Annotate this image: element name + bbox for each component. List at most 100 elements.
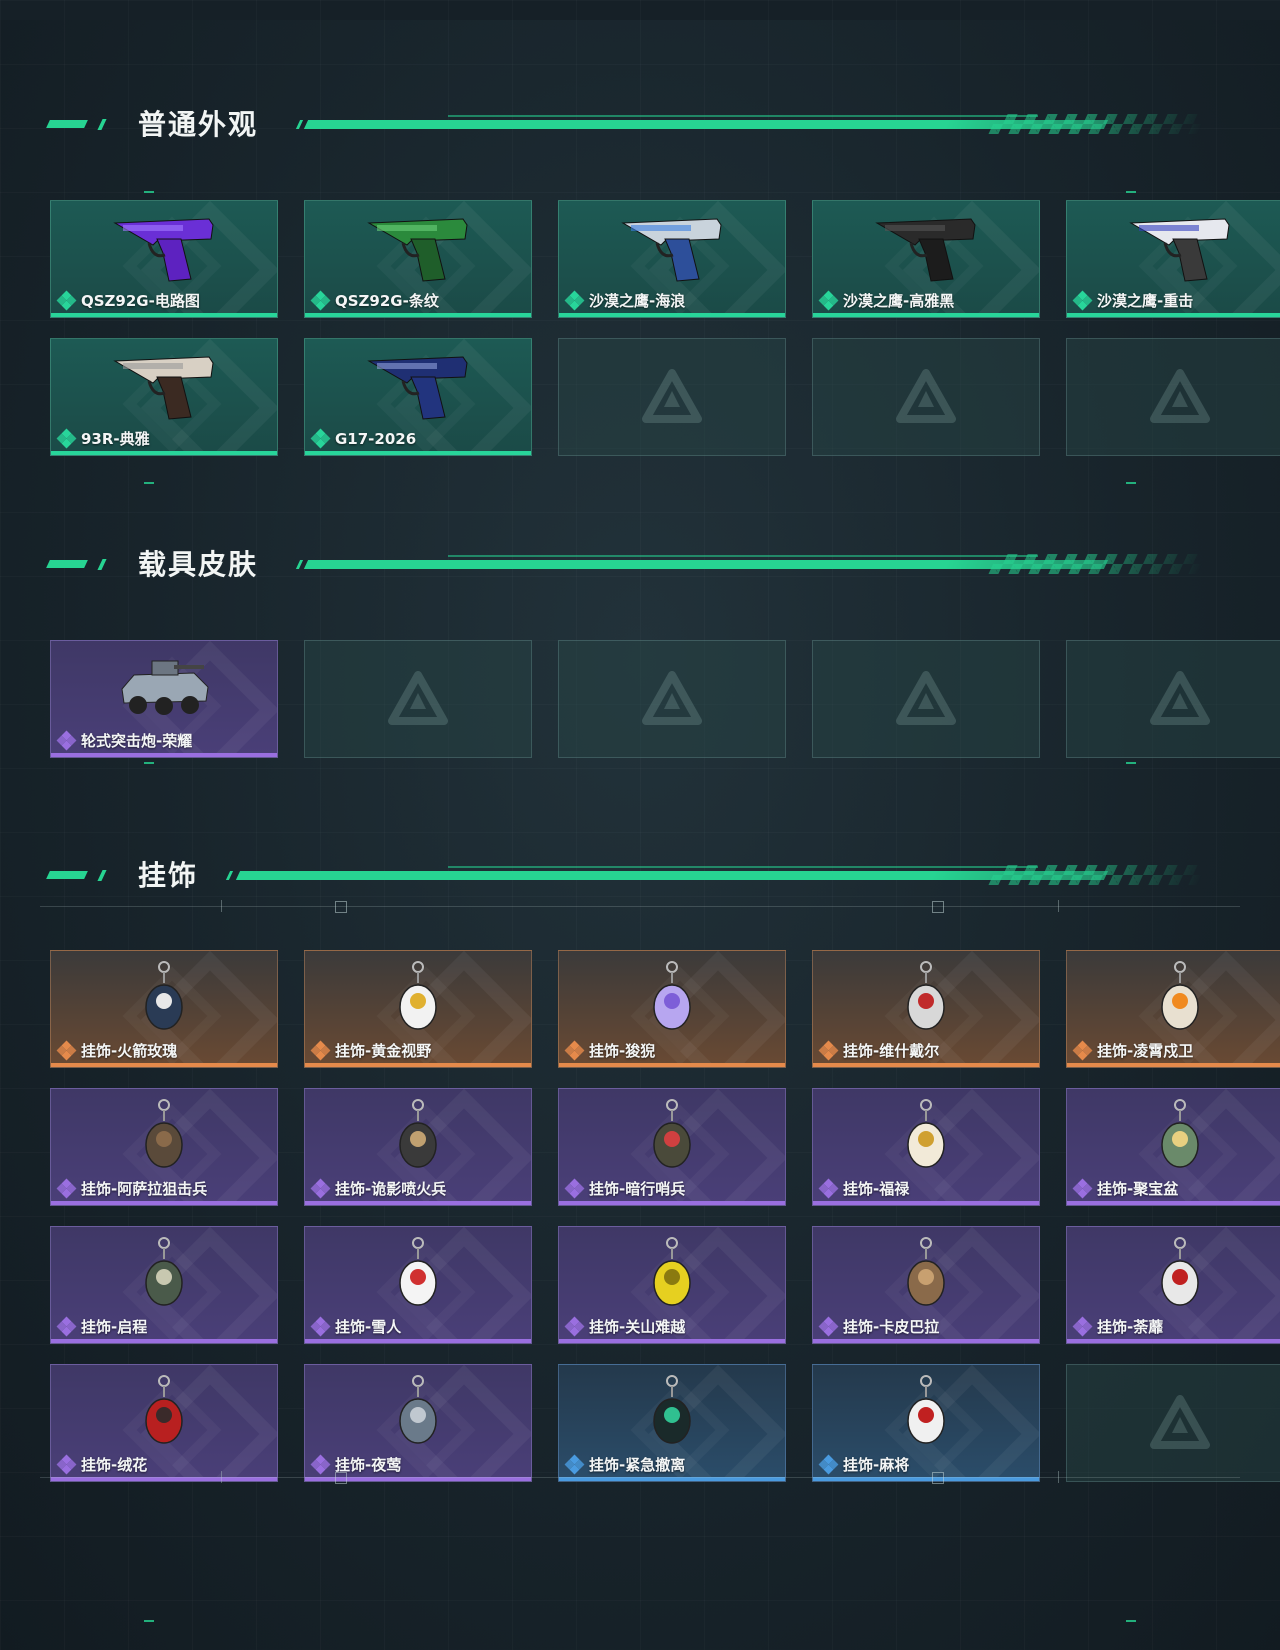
item-name: 沙漠之鹰-重击 [1097, 292, 1194, 310]
item-card[interactable]: 挂饰-夜莺 [304, 1364, 532, 1482]
item-name: 挂饰-黄金视野 [335, 1042, 432, 1060]
header-accent-dash [46, 120, 88, 128]
header-accent-dash [46, 560, 88, 568]
item-card[interactable]: 93R-典雅 [50, 338, 278, 456]
item-card[interactable]: 挂饰-荼蘼 [1066, 1226, 1280, 1344]
item-label-row: 挂饰-火箭玫瑰 [56, 1040, 177, 1061]
rarity-underline [51, 1201, 277, 1205]
wisdel-charm-icon [891, 959, 961, 1043]
rarity-underline [813, 313, 1039, 317]
header-bar [235, 871, 1109, 880]
departure-charm-icon [129, 1235, 199, 1319]
item-label-row: 沙漠之鹰-高雅黑 [818, 290, 954, 311]
item-card[interactable]: 挂饰-狻猊 [558, 950, 786, 1068]
item-card[interactable]: 沙漠之鹰-海浪 [558, 200, 786, 318]
navy-pistol-icon [363, 347, 473, 427]
rarity-underline [559, 1063, 785, 1067]
item-card[interactable]: QSZ92G-电路图 [50, 200, 278, 318]
item-card[interactable]: 挂饰-卡皮巴拉 [812, 1226, 1040, 1344]
item-name: 挂饰-阿萨拉狙击兵 [81, 1180, 208, 1198]
item-label-row: 93R-典雅 [56, 428, 150, 449]
section-header-charms: 挂饰 [46, 857, 1208, 897]
rarity-diamond-icon [56, 730, 77, 751]
item-label-row: 挂饰-夜莺 [310, 1454, 401, 1475]
item-card[interactable]: 挂饰-雪人 [304, 1226, 532, 1344]
item-name: 挂饰-卡皮巴拉 [843, 1318, 940, 1336]
item-card[interactable]: 挂饰-黄金视野 [304, 950, 532, 1068]
hud-frame-tick [221, 900, 222, 912]
item-name: 挂饰-荼蘼 [1097, 1318, 1164, 1336]
item-card[interactable]: 挂饰-麻将 [812, 1364, 1040, 1482]
suanni-charm-icon [637, 959, 707, 1043]
mahjong-charm-icon [891, 1373, 961, 1457]
item-label-row: 挂饰-诡影喷火兵 [310, 1178, 446, 1199]
item-card[interactable]: 挂饰-维什戴尔 [812, 950, 1040, 1068]
corner-dash [1126, 1620, 1136, 1622]
item-card[interactable]: 挂饰-启程 [50, 1226, 278, 1344]
item-card[interactable]: 挂饰-关山难越 [558, 1226, 786, 1344]
item-name: 挂饰-启程 [81, 1318, 148, 1336]
item-label-row: G17-2026 [310, 428, 416, 449]
tan-pistol-icon [109, 347, 219, 427]
rarity-underline [1067, 1063, 1280, 1067]
rarity-diamond-icon [818, 290, 839, 311]
rarity-diamond-icon [564, 1316, 585, 1337]
treasure-bowl-charm-icon [1145, 1097, 1215, 1181]
rarity-diamond-icon [310, 1454, 331, 1475]
item-card[interactable]: 轮式突击炮-荣耀 [50, 640, 278, 758]
black-pistol-icon [871, 209, 981, 289]
rarity-diamond-icon [1072, 1040, 1093, 1061]
rarity-diamond-icon [310, 1178, 331, 1199]
hud-frame-tick [221, 1471, 222, 1483]
item-card[interactable]: G17-2026 [304, 338, 532, 456]
corner-dash [144, 762, 154, 764]
empty-slot [812, 338, 1040, 456]
item-card[interactable]: 挂饰-诡影喷火兵 [304, 1088, 532, 1206]
rarity-underline [305, 1339, 531, 1343]
item-card[interactable]: QSZ92G-条纹 [304, 200, 532, 318]
item-card[interactable]: 挂饰-凌霄戍卫 [1066, 950, 1280, 1068]
item-name: 挂饰-狻猊 [589, 1042, 656, 1060]
rarity-diamond-icon [310, 428, 331, 449]
rarity-diamond-icon [1072, 1316, 1093, 1337]
sky-guard-charm-icon [1145, 959, 1215, 1043]
item-name: 沙漠之鹰-海浪 [589, 292, 686, 310]
item-label-row: 沙漠之鹰-重击 [1072, 290, 1194, 311]
hud-frame-tick [1058, 900, 1059, 912]
placeholder-logo-icon [388, 671, 448, 725]
rarity-diamond-icon [818, 1454, 839, 1475]
item-label-row: 挂饰-启程 [56, 1316, 148, 1337]
empty-slot [558, 338, 786, 456]
item-label-row: 挂饰-荼蘼 [1072, 1316, 1164, 1337]
item-name: 挂饰-紧急撤离 [589, 1456, 686, 1474]
empty-slot [1066, 1364, 1280, 1482]
item-label-row: 轮式突击炮-荣耀 [56, 730, 192, 751]
item-label-row: 挂饰-麻将 [818, 1454, 909, 1475]
armored-vehicle-icon [114, 649, 214, 723]
item-card[interactable]: 沙漠之鹰-高雅黑 [812, 200, 1040, 318]
rarity-underline [305, 313, 531, 317]
item-card[interactable]: 挂饰-聚宝盆 [1066, 1088, 1280, 1206]
item-label-row: 挂饰-卡皮巴拉 [818, 1316, 940, 1337]
item-card[interactable]: 挂饰-福禄 [812, 1088, 1040, 1206]
item-card[interactable]: 挂饰-阿萨拉狙击兵 [50, 1088, 278, 1206]
rarity-diamond-icon [56, 1178, 77, 1199]
section-title: 载具皮肤 [138, 548, 259, 581]
placeholder-logo-icon [1150, 671, 1210, 725]
corner-dash [144, 1620, 154, 1622]
item-card[interactable]: 挂饰-紧急撤离 [558, 1364, 786, 1482]
corner-dash [1126, 482, 1136, 484]
corner-dash [144, 482, 154, 484]
hud-frame-square [335, 1472, 347, 1484]
header-checker-pattern [988, 554, 1208, 574]
rarity-underline [813, 1339, 1039, 1343]
flamer-charm-icon [383, 1097, 453, 1181]
item-card[interactable]: 挂饰-暗行哨兵 [558, 1088, 786, 1206]
header-bar-tick [225, 871, 234, 880]
item-card[interactable]: 沙漠之鹰-重击 [1066, 200, 1280, 318]
rarity-underline [1067, 1339, 1280, 1343]
header-accent-dash [46, 871, 88, 879]
header-checker-pattern [988, 114, 1208, 134]
item-card[interactable]: 挂饰-绒花 [50, 1364, 278, 1482]
item-card[interactable]: 挂饰-火箭玫瑰 [50, 950, 278, 1068]
